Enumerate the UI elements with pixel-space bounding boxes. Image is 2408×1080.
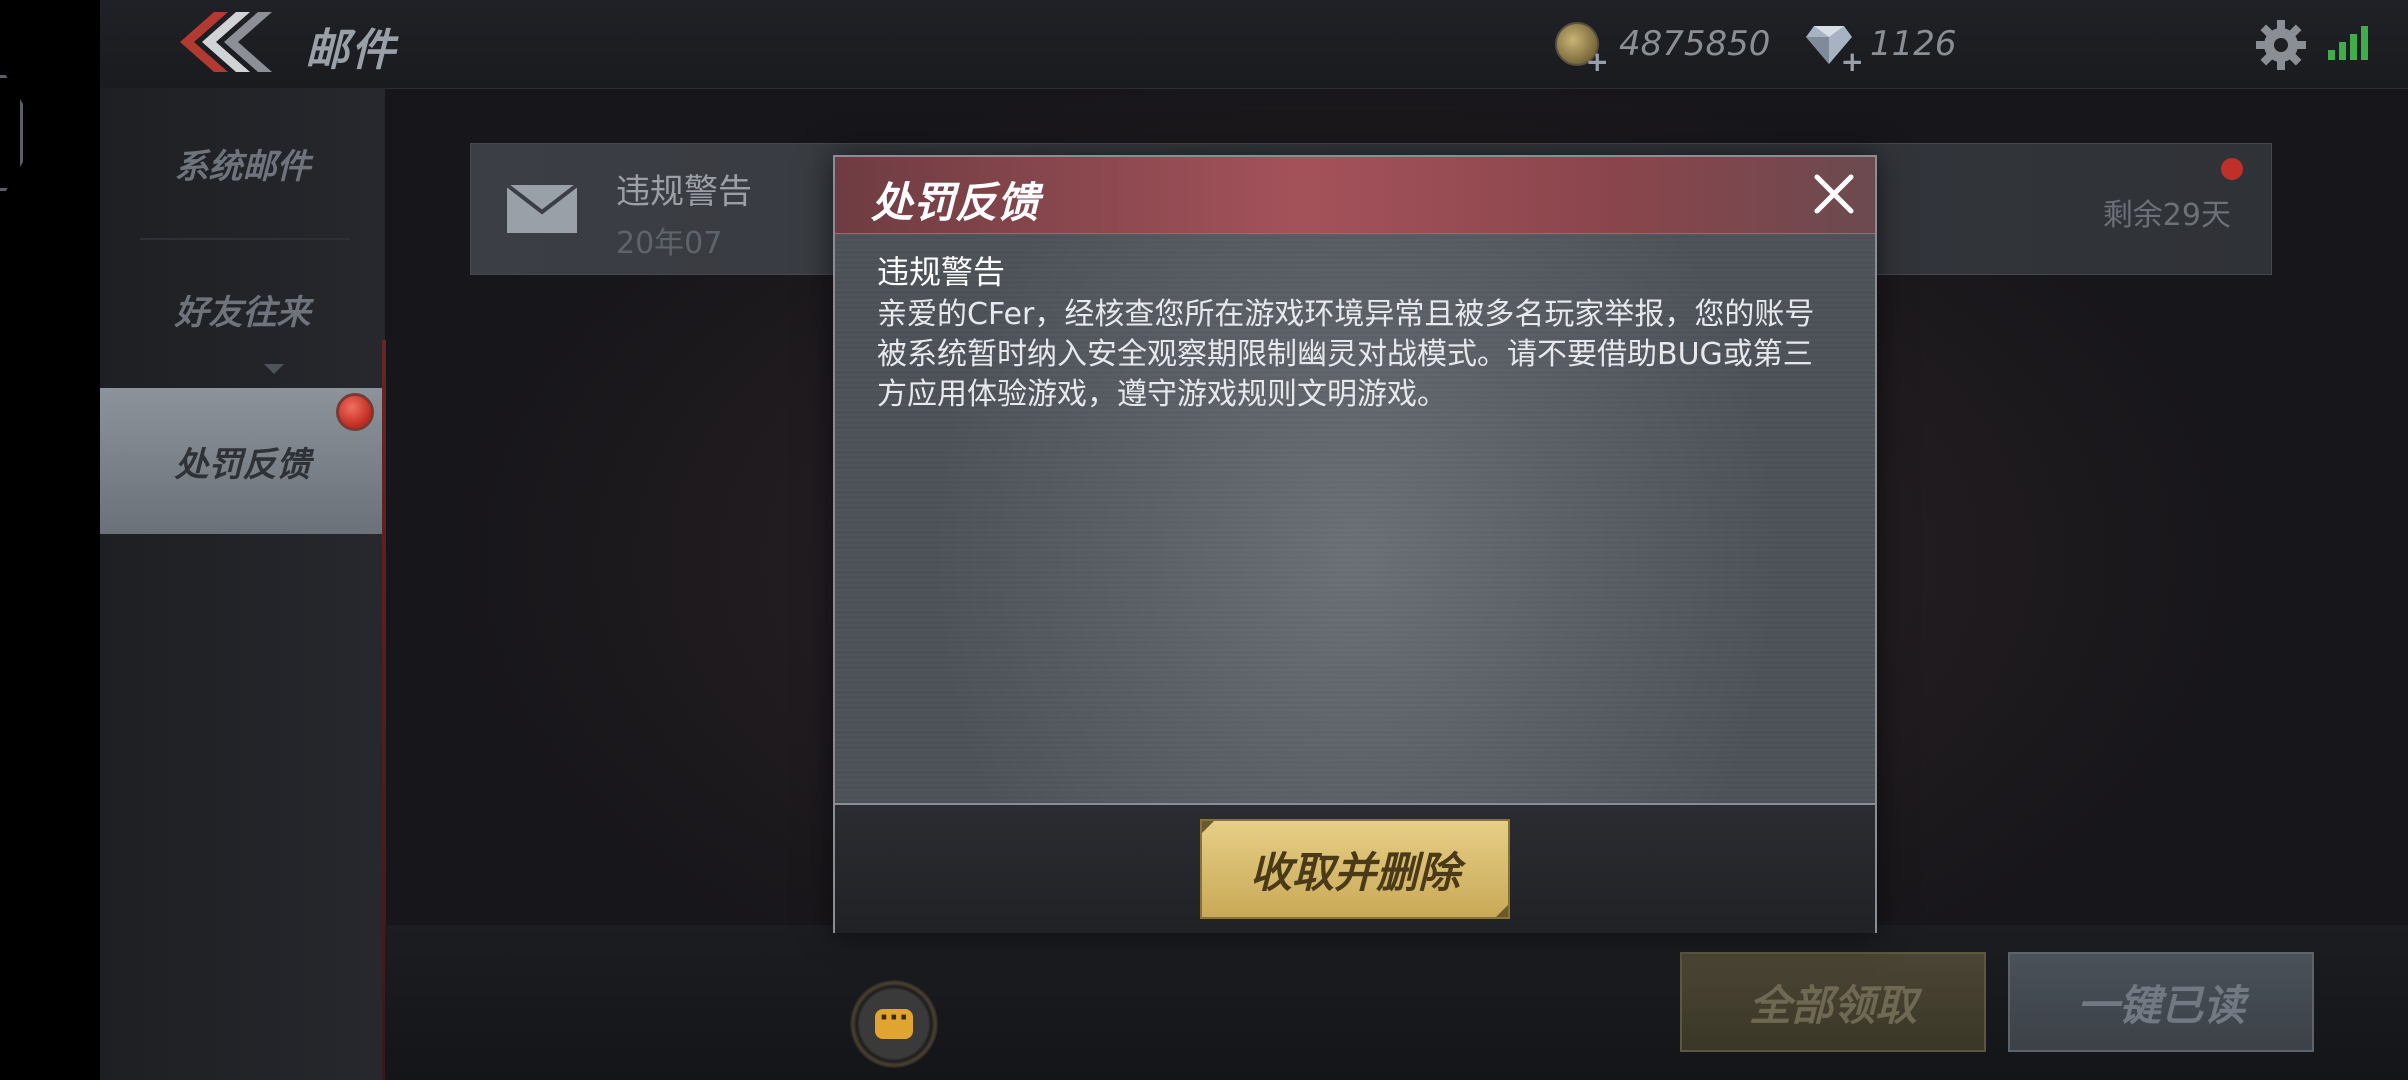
game-screen: 邮件 4875850 1126 <box>100 0 2408 1080</box>
message-heading: 违规警告 <box>877 253 1006 291</box>
gold-amount: 4875850 <box>1619 24 1771 64</box>
gold-counter[interactable]: 4875850 <box>1555 18 1771 78</box>
sidebar-item-friends[interactable]: 好友往来 <box>100 236 385 382</box>
message-body: 亲爱的CFer，经核查您所在游戏环境异常且被多名玩家举报，您的账号被系统暂时纳入… <box>877 297 1815 412</box>
top-bar: 邮件 4875850 1126 <box>100 0 2408 89</box>
mail-remaining: 剩余29天 <box>2102 198 2231 233</box>
diamond-amount: 1126 <box>1870 24 1957 64</box>
back-chevron-icon <box>180 12 272 72</box>
sidebar-item-label: 处罚反馈 <box>174 444 311 485</box>
sidebar-item-label: 好友往来 <box>174 292 311 333</box>
mail-date: 20年07 <box>616 226 723 261</box>
sidebar-item-label: 系统邮件 <box>174 146 311 187</box>
collect-and-delete-button[interactable]: 收取并删除 <box>1200 819 1510 919</box>
notification-badge <box>336 393 374 431</box>
back-button[interactable] <box>170 8 290 76</box>
sidebar-item-system-mail[interactable]: 系统邮件 <box>100 90 385 236</box>
gear-icon[interactable] <box>2254 18 2308 72</box>
unread-dot <box>2221 158 2243 180</box>
signal-icon <box>2328 26 2368 60</box>
coin-icon <box>1555 22 1609 78</box>
dialog-title: 处罚反馈 <box>871 178 1040 227</box>
diamond-icon <box>1806 24 1864 78</box>
chat-icon <box>875 1003 913 1039</box>
claim-all-button[interactable]: 全部领取 <box>1680 952 1986 1052</box>
chevron-down-icon <box>264 364 284 374</box>
sidebar: 系统邮件 好友往来 处罚反馈 <box>100 88 385 1080</box>
dialog-header: 处罚反馈 <box>835 157 1875 234</box>
mail-title: 违规警告 <box>616 172 752 212</box>
envelope-icon <box>506 184 578 233</box>
mark-all-read-button[interactable]: 一键已读 <box>2008 952 2314 1052</box>
penalty-dialog: 处罚反馈 违规警告 亲爱的CFer，经核查您所在游戏环境异常且被多名玩家举报，您… <box>833 155 1877 933</box>
diamond-counter[interactable]: 1126 <box>1806 18 1957 78</box>
screen-notch <box>0 75 23 191</box>
dialog-footer: 收取并删除 <box>835 803 1875 933</box>
close-icon[interactable] <box>1809 169 1859 219</box>
page-title: 邮件 <box>305 25 397 76</box>
chat-button[interactable] <box>850 980 938 1068</box>
